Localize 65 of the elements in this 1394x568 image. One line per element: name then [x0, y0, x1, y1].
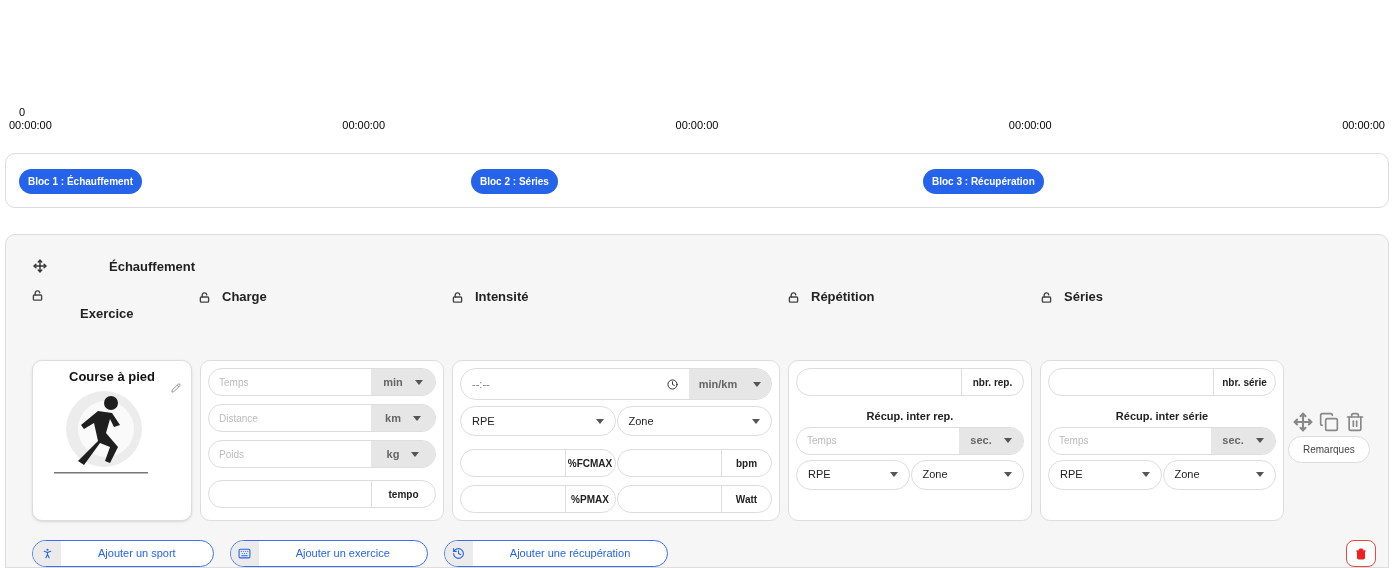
caret-icon	[414, 379, 423, 385]
column-header: Séries	[1064, 288, 1104, 307]
caret-icon	[595, 418, 604, 424]
caret-icon	[1255, 438, 1264, 443]
add-button[interactable]: Ajouter une récupération	[443, 540, 669, 567]
unlock-icon[interactable]	[1041, 291, 1052, 303]
input-field[interactable]: Temps min	[208, 368, 436, 396]
history-icon	[452, 547, 466, 560]
exercise-name: Course à pied	[69, 368, 155, 386]
timeline-time: 00:00:00	[1342, 117, 1385, 132]
select-field[interactable]: RPE	[460, 406, 616, 436]
input-field[interactable]: Temps sec.	[796, 426, 1024, 455]
caret-icon	[1004, 472, 1012, 477]
input-field[interactable]: %FCMAX	[460, 449, 616, 477]
clock-icon[interactable]	[667, 378, 678, 390]
column-header: Répétition	[811, 288, 875, 307]
select-field[interactable]: Zone	[1162, 459, 1276, 490]
unlock-icon[interactable]	[199, 291, 210, 303]
remarks-button[interactable]: Remarques	[1288, 436, 1370, 463]
input-field[interactable]: Watt	[616, 485, 772, 513]
input-field[interactable]: tempo	[208, 480, 436, 508]
timeline-time: 00:00:00	[9, 117, 52, 132]
caret-icon	[412, 415, 421, 421]
select-field[interactable]: RPE	[796, 459, 910, 490]
trash-icon	[1355, 547, 1367, 560]
select-field[interactable]: RPE	[1048, 459, 1162, 490]
move-icon[interactable]	[33, 259, 47, 274]
block-badge[interactable]: Bloc 1 : Échauffement	[19, 168, 143, 194]
timeline-time: 00:00:00	[342, 117, 386, 132]
unlock-icon[interactable]	[788, 291, 799, 303]
input-field[interactable]: nbr. rep.	[796, 368, 1024, 396]
input-field[interactable]: Poids kg	[208, 440, 436, 468]
add-button[interactable]: Ajouter un exercice	[229, 540, 428, 567]
select-field[interactable]: Zone	[910, 459, 1024, 490]
section-title: Échauffement	[109, 257, 195, 276]
copy-icon[interactable]	[1318, 412, 1339, 432]
unlock-icon[interactable]	[452, 291, 463, 303]
caret-icon	[411, 451, 420, 457]
add-button[interactable]: Ajouter un sport	[32, 540, 214, 567]
timeline-time: 00:00:00	[675, 117, 719, 132]
input-field[interactable]: %PMAX	[460, 485, 616, 513]
trash-icon[interactable]	[1344, 412, 1365, 432]
column-header: Intensité	[475, 288, 529, 307]
select-field[interactable]: Zone	[616, 406, 772, 436]
caret-icon	[1003, 438, 1012, 443]
input-field[interactable]: Distance km	[208, 404, 436, 432]
recovery-title: Récup. inter série	[1114, 409, 1210, 424]
caret-icon	[889, 472, 898, 477]
recovery-title: Récup. inter rep.	[865, 409, 955, 424]
input-field[interactable]: Temps sec.	[1048, 426, 1276, 455]
block-badge[interactable]: Bloc 2 : Séries	[471, 168, 558, 194]
caret-icon	[1256, 472, 1264, 477]
delete-button[interactable]	[1346, 540, 1376, 567]
unlock-icon[interactable]	[32, 290, 43, 301]
input-field[interactable]: nbr. série	[1048, 368, 1276, 396]
timeline-time: 00:00:00	[1008, 117, 1052, 132]
timeline-origin: 0	[18, 105, 27, 118]
caret-icon	[753, 381, 762, 387]
caret-icon	[752, 418, 760, 424]
block-badge[interactable]: Bloc 3 : Récupération	[923, 168, 1044, 194]
column-header: Charge	[222, 288, 267, 307]
input-field[interactable]: bpm	[616, 449, 772, 477]
caret-icon	[1141, 472, 1150, 477]
column-header: Exercice	[80, 305, 135, 323]
keyboard-icon	[238, 547, 252, 560]
